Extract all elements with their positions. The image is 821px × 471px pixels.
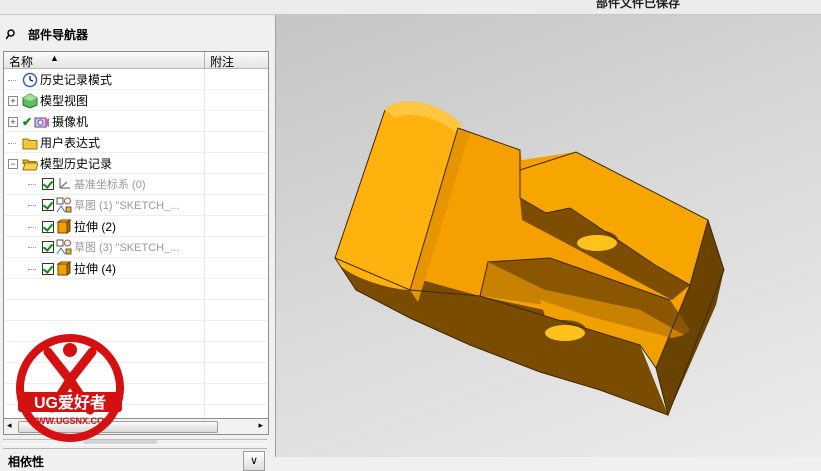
expand-node-icon[interactable]: + — [8, 116, 18, 127]
navigator-header: 部件导航器 — [6, 25, 88, 43]
tree-row[interactable]: − 模型历史记录 — [4, 153, 268, 174]
tree-item-label: 摄像机 — [52, 115, 89, 129]
dependencies-bar[interactable]: 相依性 ∨ — [3, 448, 267, 471]
sketch-icon — [56, 197, 72, 213]
tree-row[interactable]: 拉伸 (2) — [4, 216, 268, 237]
sketch-icon — [56, 239, 72, 255]
dependencies-label: 相依性 — [8, 455, 45, 469]
sort-ascending-icon: ▲ — [50, 53, 59, 63]
tree-row[interactable]: 历史记录模式 — [4, 69, 268, 90]
status-bar: 部件文件已保存 — [0, 0, 821, 15]
extrude-icon — [56, 260, 72, 277]
visibility-checkbox[interactable] — [42, 199, 54, 211]
visibility-checkbox[interactable] — [42, 241, 54, 253]
tree-item-label: 草图 (1) "SKETCH_... — [74, 200, 180, 212]
collapse-node-icon[interactable]: − — [8, 158, 18, 169]
graphics-viewport[interactable] — [276, 15, 821, 457]
tree-row[interactable]: 草图 (3) "SKETCH_... — [4, 237, 268, 258]
pin-icon[interactable] — [6, 28, 18, 40]
empty-row — [4, 300, 268, 321]
tree-item-label: 拉伸 (4) — [74, 262, 117, 276]
scroll-right-arrow-icon[interactable]: ▸ — [258, 420, 263, 431]
expand-node-icon[interactable]: + — [8, 95, 18, 106]
column-header-note[interactable]: 附注 — [210, 53, 234, 70]
navigator-title: 部件导航器 — [28, 27, 89, 42]
checkmark-icon[interactable]: ✔ — [22, 115, 32, 129]
column-header-name[interactable]: 名称 — [9, 53, 33, 70]
tree-item-label: 模型历史记录 — [40, 157, 113, 171]
tree-item-label: 草图 (3) "SKETCH_... — [74, 242, 180, 254]
extrude-icon — [56, 218, 72, 235]
tree-item-label: 模型视图 — [40, 94, 89, 108]
tree-row[interactable]: 拉伸 (4) — [4, 258, 268, 279]
visibility-checkbox[interactable] — [42, 220, 54, 233]
model-views-icon — [22, 92, 38, 109]
empty-row — [4, 279, 268, 300]
datum-csys-icon — [56, 176, 72, 192]
expand-dependencies-button[interactable]: ∨ — [243, 451, 265, 471]
camera-icon — [34, 114, 50, 130]
part-model[interactable] — [276, 15, 821, 457]
tree-item-label: 基准坐标系 (0) — [74, 179, 146, 191]
open-folder-icon — [22, 156, 38, 172]
watermark-url: WWW.UGSNX.COM — [29, 416, 112, 426]
tree-item-label: 拉伸 (2) — [74, 220, 117, 234]
visibility-checkbox[interactable] — [42, 262, 54, 275]
status-message: 部件文件已保存 — [596, 0, 681, 10]
tree-row[interactable]: 草图 (1) "SKETCH_... — [4, 195, 268, 216]
ugsnx-watermark-logo: UG爱好者 WWW.UGSNX.COM — [16, 334, 124, 442]
tree-header: 名称 ▲ 附注 — [4, 52, 268, 69]
watermark-brand: UG爱好者 — [34, 393, 106, 412]
tree-item-label: 历史记录模式 — [40, 73, 113, 87]
clock-icon — [22, 72, 38, 88]
tree-item-label: 用户表达式 — [40, 136, 101, 150]
tree-row[interactable]: + ✔ 摄像机 — [4, 111, 268, 132]
tree-row[interactable]: 用户表达式 — [4, 132, 268, 153]
tree-row[interactable]: 基准坐标系 (0) — [4, 174, 268, 195]
folder-icon — [22, 135, 38, 151]
visibility-checkbox[interactable] — [42, 178, 54, 190]
tree-row[interactable]: + 模型视图 — [4, 90, 268, 111]
